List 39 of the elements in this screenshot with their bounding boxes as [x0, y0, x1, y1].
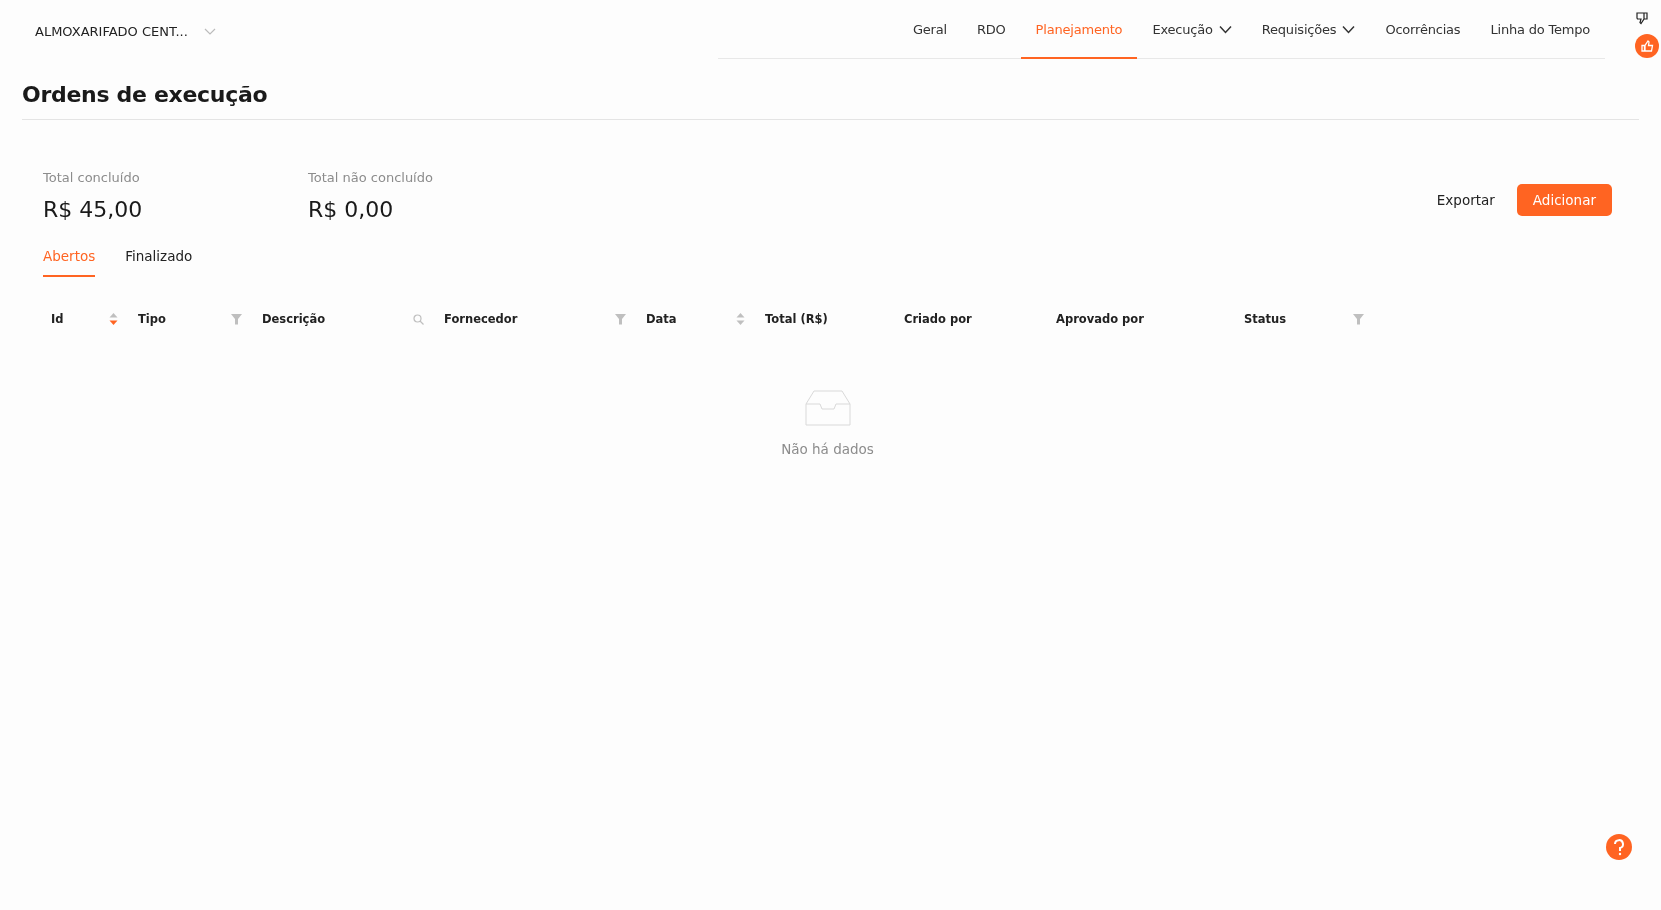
column-header[interactable]: Descrição: [262, 312, 326, 326]
project-selector[interactable]: ALMOXARIFADO CENT...: [35, 24, 216, 39]
sort-icon[interactable]: [736, 312, 745, 326]
column-header[interactable]: Id: [51, 312, 64, 326]
question-icon: [1612, 838, 1626, 856]
tab[interactable]: Finalizado: [125, 244, 193, 277]
nav-tab[interactable]: Geral: [897, 0, 962, 59]
chevron-down-icon: [1342, 25, 1356, 34]
page-title: Ordens de execução: [22, 82, 1639, 120]
thumbs-up-button[interactable]: [1635, 34, 1659, 58]
nav-tab[interactable]: RDO: [961, 0, 1021, 59]
search-icon[interactable]: [413, 313, 424, 325]
filter-icon[interactable]: [231, 313, 242, 325]
empty-inbox-icon: [804, 389, 851, 427]
thumbs-down-icon[interactable]: [1635, 11, 1649, 25]
nav-tab[interactable]: Requisições: [1246, 0, 1371, 59]
export-button[interactable]: Exportar: [1424, 184, 1507, 216]
chevron-down-icon: [203, 27, 216, 36]
total-value: R$ 45,00: [43, 197, 144, 222]
column-header[interactable]: Fornecedor: [444, 312, 518, 326]
chevron-down-icon: [1218, 25, 1232, 34]
sort-icon[interactable]: [109, 312, 118, 326]
nav-tab[interactable]: Linha do Tempo: [1475, 0, 1605, 59]
column-header[interactable]: Aprovado por: [1056, 312, 1144, 326]
column-header[interactable]: Data: [646, 312, 677, 326]
total-label: Total não concluído: [308, 170, 434, 185]
nav-tab[interactable]: Ocorrências: [1370, 0, 1476, 59]
column-header[interactable]: Status: [1244, 312, 1287, 326]
total-label: Total concluído: [43, 170, 141, 185]
column-header[interactable]: Total (R$): [765, 312, 828, 326]
nav-tab[interactable]: Execução: [1137, 0, 1247, 59]
total-value: R$ 0,00: [308, 197, 395, 222]
column-header[interactable]: Criado por: [904, 312, 972, 326]
filter-icon[interactable]: [615, 313, 626, 325]
column-header[interactable]: Tipo: [138, 312, 166, 326]
empty-message: Não há dados: [781, 441, 874, 457]
filter-icon[interactable]: [1353, 313, 1364, 325]
help-button[interactable]: [1606, 834, 1632, 860]
thumbs-up-icon: [1640, 39, 1654, 53]
